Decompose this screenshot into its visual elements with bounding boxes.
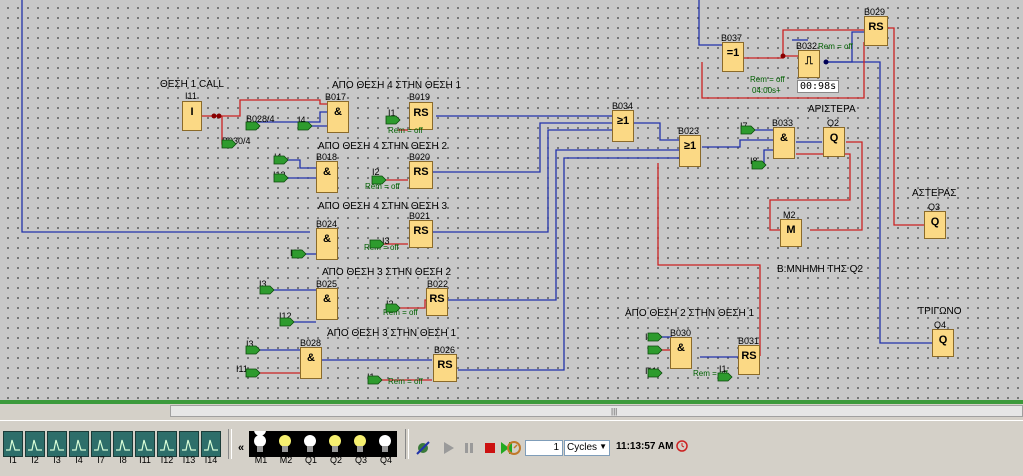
output-label-q1: Q1 bbox=[304, 455, 317, 465]
output-label-q2: Q2 bbox=[329, 455, 342, 465]
input-switch-i2[interactable] bbox=[25, 431, 45, 457]
output-label-q4: Q4 bbox=[379, 455, 392, 465]
cycles-input[interactable]: 1 bbox=[525, 440, 563, 456]
horizontal-scrollbar[interactable]: ||| bbox=[170, 405, 1023, 417]
toolbar-separator bbox=[228, 429, 232, 459]
input-label: I4 bbox=[75, 455, 83, 465]
input-switch-i1[interactable] bbox=[3, 431, 23, 457]
output-label-m1: M1 bbox=[254, 455, 268, 465]
input-switch-i7[interactable] bbox=[91, 431, 111, 457]
input-switch-i12[interactable] bbox=[157, 431, 177, 457]
output-label-m2: M2 bbox=[279, 455, 293, 465]
input-label: I12 bbox=[160, 455, 174, 465]
circuit-canvas[interactable]: ΘΕΣΗ 1 CALL ΑΠΟ ΘΕΣΗ 4 ΣΤΗΝ ΘΕΣΗ 1 ΑΠΟ Θ… bbox=[0, 0, 1023, 400]
input-label: I8 bbox=[119, 455, 127, 465]
input-switch-i13[interactable] bbox=[179, 431, 199, 457]
input-label: I7 bbox=[97, 455, 105, 465]
input-label: I11 bbox=[139, 455, 151, 465]
cycles-unit-select[interactable]: Cycles ▼ bbox=[564, 440, 610, 456]
input-switch-i3[interactable] bbox=[47, 431, 67, 457]
play-icon bbox=[444, 442, 454, 454]
clock-icon bbox=[676, 440, 688, 452]
canvas-separator bbox=[0, 400, 1023, 404]
input-switch-i14[interactable] bbox=[201, 431, 221, 457]
stop-icon bbox=[485, 443, 495, 453]
input-connectors bbox=[221, 115, 767, 385]
input-label: I3 bbox=[53, 455, 61, 465]
input-label: I14 bbox=[204, 455, 218, 465]
output-label-q3: Q3 bbox=[354, 455, 367, 465]
simulation-icon bbox=[416, 441, 430, 455]
input-switch-i11[interactable] bbox=[135, 431, 155, 457]
input-switch-i4[interactable] bbox=[69, 431, 89, 457]
input-label: I1 bbox=[9, 455, 17, 465]
collapse-button[interactable]: « bbox=[238, 442, 244, 454]
stopwatch-icon[interactable] bbox=[506, 439, 522, 455]
input-label: I2 bbox=[31, 455, 39, 465]
simulation-time: 11:13:57 AM bbox=[616, 441, 674, 452]
input-switch-i8[interactable] bbox=[113, 431, 133, 457]
simulation-toolbar: I1 I2 I3 I4 I7 I8 I11 I12 I13 I14 « M1 M… bbox=[0, 420, 1023, 476]
outputs-panel bbox=[249, 424, 397, 457]
input-label: I13 bbox=[182, 455, 196, 465]
toolbar-separator bbox=[405, 429, 409, 459]
